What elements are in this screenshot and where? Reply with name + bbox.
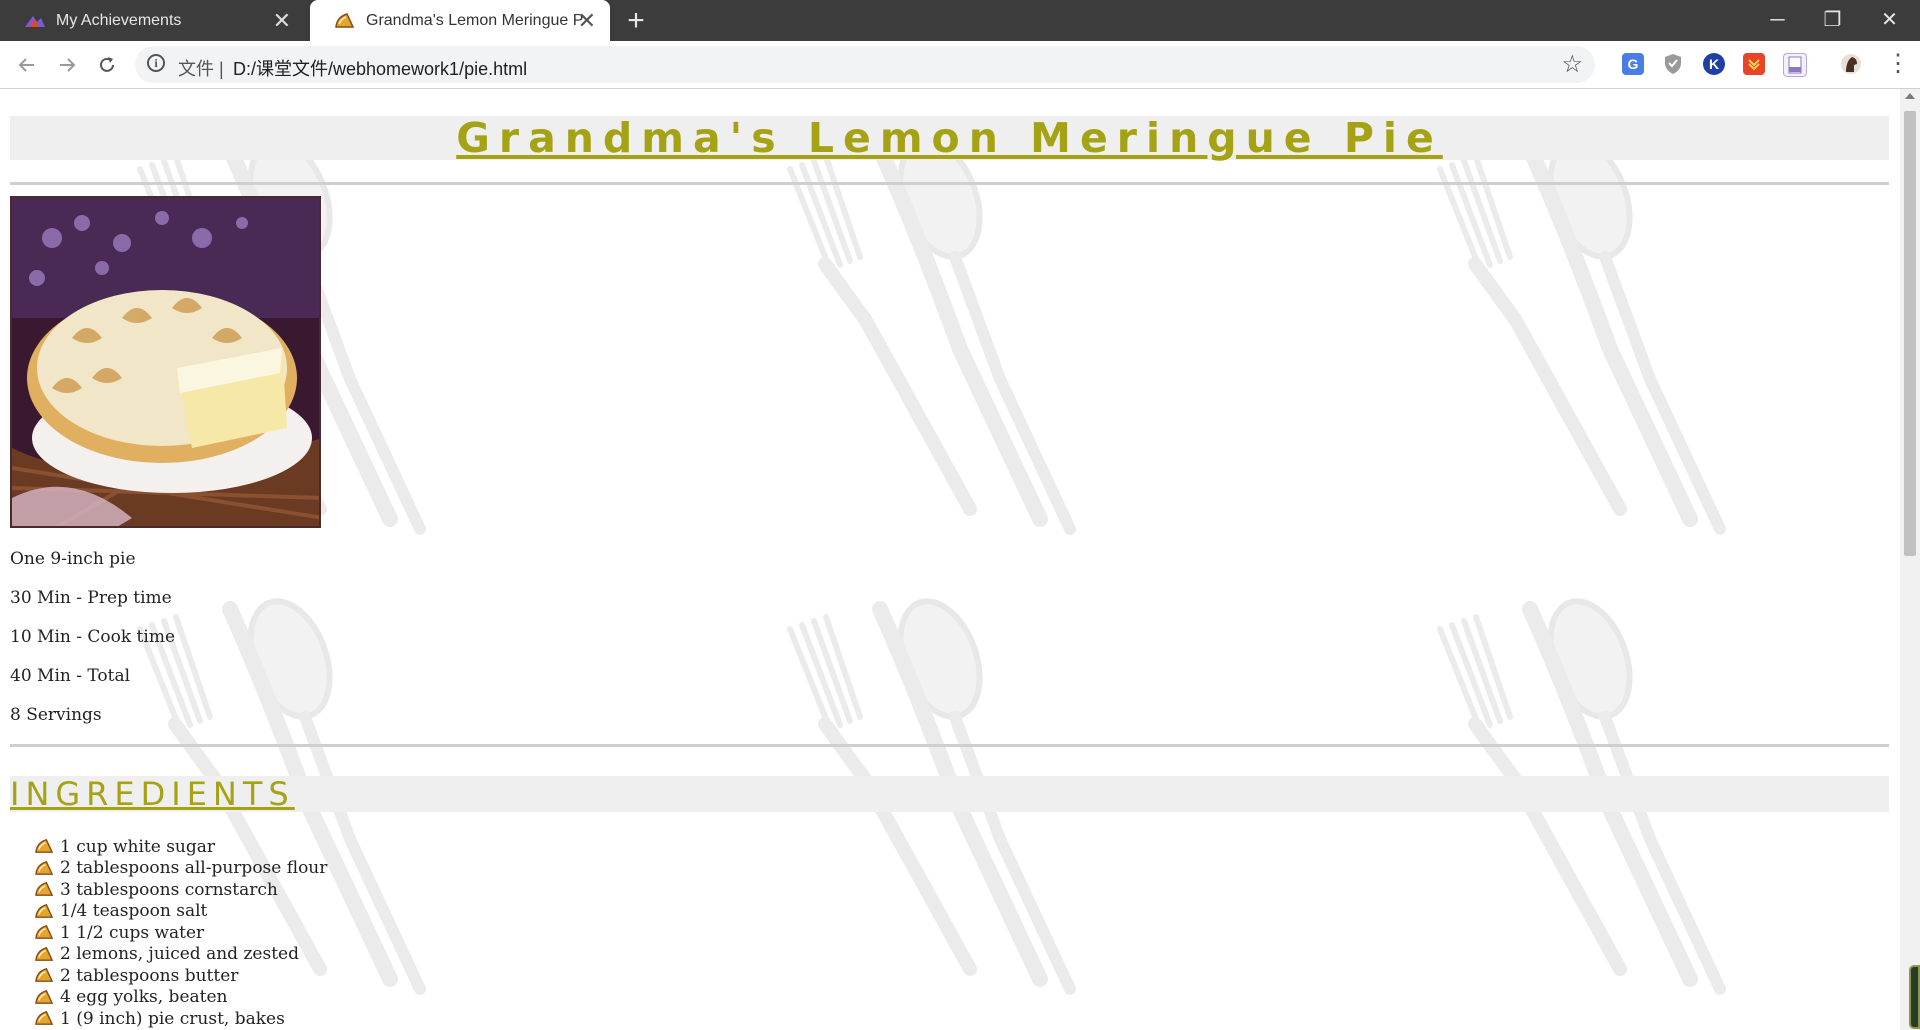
ingredient-text: 2 lemons, juiced and zested: [60, 944, 299, 965]
close-tab-icon[interactable]: ✕: [578, 8, 596, 34]
forward-button[interactable]: [50, 48, 84, 82]
pie-bullet-icon: [35, 1011, 54, 1026]
ingredient-item: 4 egg yolks, beaten: [35, 987, 327, 1009]
address-bar[interactable]: i 文件 | D:/课堂文件/webhomework1/pie.html ☆: [135, 46, 1595, 83]
pie-bullet-icon: [35, 925, 54, 940]
scheme-separator: |: [219, 59, 224, 79]
ingredient-text: 1/4 teaspoon salt: [60, 901, 208, 922]
ingredient-text: 2 tablespoons all-purpose flour: [60, 858, 328, 879]
google-translate-icon[interactable]: G: [1622, 53, 1644, 75]
total-time-text: 40 Min - Total: [10, 666, 131, 686]
browser-toolbar: i 文件 | D:/课堂文件/webhomework1/pie.html ☆ G…: [0, 41, 1920, 89]
pie-bullet-icon: [35, 946, 54, 961]
back-arrow-icon: [18, 58, 34, 72]
prep-time-text: 30 Min - Prep time: [10, 588, 172, 608]
ingredient-text: 1 (9 inch) pie crust, bakes: [60, 1008, 285, 1029]
achievements-logo-icon: [24, 10, 46, 32]
window-close-button[interactable]: ✕: [1862, 0, 1917, 41]
servings-text: 8 Servings: [10, 705, 102, 725]
reload-icon: [100, 57, 114, 72]
scheme-label: 文件 |: [178, 55, 224, 81]
page-title: Grandma's Lemon Meringue Pie: [456, 114, 1443, 162]
tab-pie-page[interactable]: Grandma's Lemon Meringue P ✕: [310, 0, 610, 41]
shield-extension-icon[interactable]: [1662, 53, 1684, 75]
new-tab-button[interactable]: +: [622, 4, 650, 37]
ingredient-item: 2 lemons, juiced and zested: [35, 944, 327, 966]
web-page: Grandma's Lemon Meringue Pie One 9-inch …: [0, 89, 1900, 1030]
restore-button[interactable]: ❐: [1805, 0, 1860, 41]
ingredient-text: 3 tablespoons cornstarch: [60, 879, 278, 900]
vertical-scrollbar[interactable]: [1900, 89, 1920, 1030]
download-extension-icon[interactable]: [1743, 53, 1765, 75]
ingredients-list: 1 cup white sugar 2 tablespoons all-purpo…: [35, 836, 327, 1030]
divider: [10, 182, 1889, 185]
ingredient-item: 1 cup white sugar: [35, 836, 327, 858]
horse-avatar-icon[interactable]: [1840, 53, 1862, 75]
reload-button[interactable]: [90, 48, 124, 82]
pie-bullet-icon: [35, 882, 54, 897]
pie-bullet-icon: [35, 860, 54, 875]
close-tab-icon[interactable]: ✕: [273, 8, 291, 34]
pie-bullet-icon: [35, 968, 54, 983]
forward-arrow-icon: [60, 58, 76, 72]
ingredient-item: 1/4 teaspoon salt: [35, 901, 327, 923]
pie-bullet-icon: [35, 989, 54, 1004]
minimize-button[interactable]: ─: [1750, 0, 1805, 41]
back-button[interactable]: [10, 48, 44, 82]
yield-text: One 9-inch pie: [10, 549, 136, 569]
pie-photo: [10, 196, 321, 528]
ingredient-text: 1 1/2 cups water: [60, 922, 205, 943]
tab-title: My Achievements: [56, 11, 182, 29]
menu-icon[interactable]: ⋮: [1886, 50, 1910, 78]
ingredient-text: 4 egg yolks, beaten: [60, 987, 228, 1008]
ingredient-item: 2 tablespoons all-purpose flour: [35, 858, 327, 880]
pie-icon: [334, 10, 356, 32]
lemon-meringue-pie-image: [12, 198, 319, 526]
pie-bullet-icon: [35, 903, 54, 918]
ingredient-item: 2 tablespoons butter: [35, 965, 327, 987]
divider: [10, 744, 1889, 747]
scrollbar-thumb[interactable]: [1904, 111, 1916, 556]
ingredient-text: 1 cup white sugar: [60, 836, 216, 857]
floating-side-widget[interactable]: [1909, 965, 1920, 1029]
pdf-extension-icon[interactable]: [1783, 53, 1807, 77]
pie-bullet-icon: [35, 839, 54, 854]
bookmark-star-icon[interactable]: ☆: [1561, 50, 1583, 79]
ingredient-item: 3 tablespoons cornstarch: [35, 879, 327, 901]
ingredients-heading: INGREDIENTS: [10, 775, 295, 813]
scheme-text: 文件: [178, 59, 214, 79]
k-extension-icon[interactable]: K: [1703, 53, 1725, 75]
ingredient-item: 1 (9 inch) pie crust, bakes: [35, 1008, 327, 1030]
cook-time-text: 10 Min - Cook time: [10, 627, 176, 647]
scroll-up-arrow-icon[interactable]: [1905, 93, 1915, 99]
ingredients-band: INGREDIENTS: [10, 776, 1889, 812]
tab-my-achievements[interactable]: My Achievements ✕: [0, 0, 305, 41]
ingredient-item: 1 1/2 cups water: [35, 922, 327, 944]
site-info-icon[interactable]: i: [147, 54, 165, 72]
tab-strip: My Achievements ✕ Grandma's Lemon Mering…: [0, 0, 1920, 41]
title-band: Grandma's Lemon Meringue Pie: [10, 116, 1889, 160]
ingredient-text: 2 tablespoons butter: [60, 965, 239, 986]
url-text[interactable]: D:/课堂文件/webhomework1/pie.html: [233, 55, 527, 81]
tab-title: Grandma's Lemon Meringue P: [366, 11, 584, 29]
